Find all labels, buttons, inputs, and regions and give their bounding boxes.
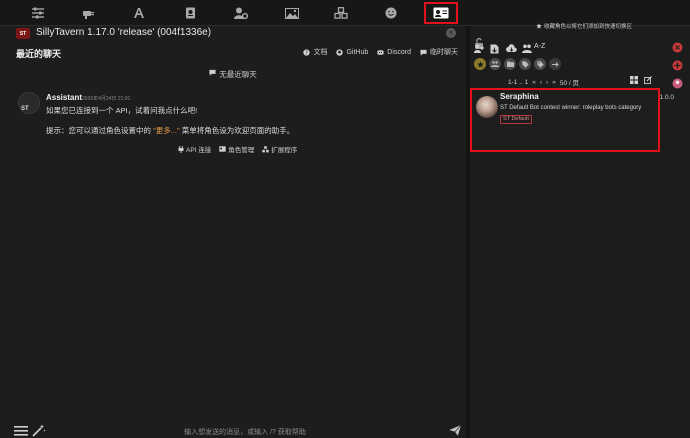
side-icons bbox=[672, 42, 684, 90]
question-icon: ? bbox=[303, 48, 311, 56]
user-gear-icon[interactable] bbox=[230, 3, 252, 23]
character-avatar-icon[interactable] bbox=[672, 78, 684, 90]
smile-icon[interactable] bbox=[380, 3, 402, 23]
sliders-icon[interactable] bbox=[27, 3, 49, 23]
github-link-label: GitHub bbox=[346, 48, 369, 56]
first-page-icon[interactable]: « bbox=[532, 79, 536, 86]
message-actions: API 连接 角色管理 扩展程序 bbox=[178, 144, 297, 154]
tip-highlight: "更多..." bbox=[153, 126, 180, 135]
id-card-icon[interactable] bbox=[424, 2, 458, 24]
grid-view-icon[interactable] bbox=[630, 76, 638, 84]
message-sender: Assistant bbox=[46, 93, 83, 102]
sort-select[interactable]: A-Z bbox=[534, 43, 545, 50]
character-toolbar bbox=[474, 44, 532, 54]
discord-link[interactable]: Discord bbox=[377, 47, 411, 57]
favorites-hint-label: 收藏角色以将它们添加到快速切换区 bbox=[544, 24, 633, 30]
no-recent-chats: 无最近聊天 bbox=[0, 69, 466, 80]
recent-chats-title: 最近的聊天 bbox=[16, 49, 62, 59]
avatar[interactable]: ST bbox=[18, 92, 40, 114]
app-logo: ST bbox=[16, 28, 30, 39]
temp-chat-button[interactable]: 临时聊天 bbox=[420, 47, 458, 57]
sort-select-value: A-Z bbox=[534, 43, 546, 50]
message-tip: 提示：您可以通过角色设置中的 "更多..." 菜单将角色设为欢迎页面的助手。 bbox=[46, 125, 294, 136]
character-panel: 收藏角色以将它们添加到快速切换区 A-Z 1-1 .. 1 « ‹ › » 50… bbox=[470, 23, 690, 438]
docs-link[interactable]: ? 文档 bbox=[303, 47, 327, 57]
image-icon[interactable] bbox=[281, 3, 303, 23]
cubes-icon bbox=[262, 145, 269, 152]
plus-circle-icon[interactable] bbox=[672, 60, 684, 72]
temp-chat-label: 临时聊天 bbox=[430, 49, 458, 56]
cubes-icon[interactable] bbox=[330, 3, 352, 23]
svg-text:?: ? bbox=[306, 50, 309, 56]
users-filter-icon[interactable] bbox=[489, 58, 501, 70]
comment-icon bbox=[420, 49, 427, 56]
font-icon[interactable] bbox=[128, 3, 150, 23]
folder-filter-icon[interactable] bbox=[504, 58, 516, 70]
next-page-icon[interactable]: › bbox=[546, 79, 548, 86]
chat-panel: ST SillyTavern 1.17.0 'release' (004f133… bbox=[0, 26, 466, 438]
favorites-hint: 收藏角色以将它们添加到快速切换区 bbox=[536, 22, 632, 30]
chat-header: ST SillyTavern 1.17.0 'release' (004f133… bbox=[0, 26, 466, 40]
magic-wand-icon[interactable] bbox=[32, 424, 46, 437]
page-size-select[interactable]: 50 / 页 bbox=[560, 77, 579, 87]
import-file-icon[interactable] bbox=[490, 44, 500, 54]
message-input[interactable] bbox=[60, 426, 430, 438]
close-icon[interactable]: × bbox=[446, 28, 456, 38]
character-management-label: 角色管理 bbox=[228, 147, 255, 154]
avatar bbox=[476, 96, 498, 118]
last-page-icon[interactable]: » bbox=[552, 79, 556, 86]
tip-suffix: 菜单将角色设为欢迎页面的助手。 bbox=[181, 126, 295, 135]
send-icon[interactable] bbox=[448, 424, 462, 437]
add-character-icon[interactable] bbox=[474, 44, 484, 54]
github-icon bbox=[336, 48, 344, 56]
filter-row bbox=[474, 58, 561, 70]
plug-icon[interactable] bbox=[77, 3, 99, 23]
no-recent-label: 无最近聊天 bbox=[219, 70, 257, 79]
message-text: 如果您已连接到一个 API，试着问我点什么吧! bbox=[46, 106, 198, 115]
header-links: ? 文档 GitHub Discord 临时聊天 bbox=[303, 47, 458, 57]
github-link[interactable]: GitHub bbox=[336, 47, 368, 57]
prev-page-icon[interactable]: ‹ bbox=[540, 79, 542, 86]
plug-icon bbox=[178, 145, 184, 153]
tag-menu-icon[interactable] bbox=[549, 58, 561, 70]
extensions-button[interactable]: 扩展程序 bbox=[262, 144, 297, 154]
character-tag[interactable]: ST Default bbox=[500, 115, 532, 124]
api-connection-label: API 连接 bbox=[186, 147, 212, 154]
api-connection-button[interactable]: API 连接 bbox=[178, 144, 211, 154]
docs-link-label: 文档 bbox=[313, 49, 328, 56]
tip-prefix: 提示：您可以通过角色设置中的 bbox=[46, 126, 151, 135]
star-icon bbox=[536, 23, 542, 29]
character-description: ST Default Bot contest winner: roleplay … bbox=[500, 105, 642, 111]
add-group-icon[interactable] bbox=[522, 44, 532, 54]
character-name: Seraphina bbox=[500, 92, 539, 101]
pagination: 1-1 .. 1 « ‹ › » 50 / 页 bbox=[508, 77, 579, 88]
star-filter-icon[interactable] bbox=[474, 58, 486, 70]
menu-icon[interactable] bbox=[14, 425, 28, 436]
character-management-button[interactable]: 角色管理 bbox=[219, 144, 254, 154]
edit-icon[interactable] bbox=[644, 76, 652, 84]
character-card[interactable]: Seraphina 1.0.0 ST Default Bot contest w… bbox=[470, 88, 674, 152]
tags-filter-icon[interactable] bbox=[519, 58, 531, 70]
chat-input-bar bbox=[0, 424, 466, 438]
cloud-download-icon[interactable] bbox=[506, 44, 517, 54]
book-icon[interactable] bbox=[179, 3, 201, 23]
avatar-label: ST bbox=[21, 106, 29, 112]
tag-filter-icon[interactable] bbox=[534, 58, 546, 70]
pagination-range: 1-1 .. 1 bbox=[508, 78, 529, 86]
extensions-label: 扩展程序 bbox=[271, 147, 298, 154]
app-title: SillyTavern 1.17.0 'release' (004f1336e) bbox=[36, 27, 212, 38]
discord-icon bbox=[377, 49, 384, 55]
view-icons bbox=[630, 76, 652, 84]
character-version: 1.0.0 bbox=[659, 94, 674, 101]
comment-icon bbox=[209, 69, 216, 76]
message-timestamp: 2026年4月24日 21:01 bbox=[82, 96, 131, 102]
close-circle-icon[interactable] bbox=[672, 42, 684, 54]
id-card-icon bbox=[219, 146, 226, 152]
discord-link-label: Discord bbox=[387, 48, 411, 56]
